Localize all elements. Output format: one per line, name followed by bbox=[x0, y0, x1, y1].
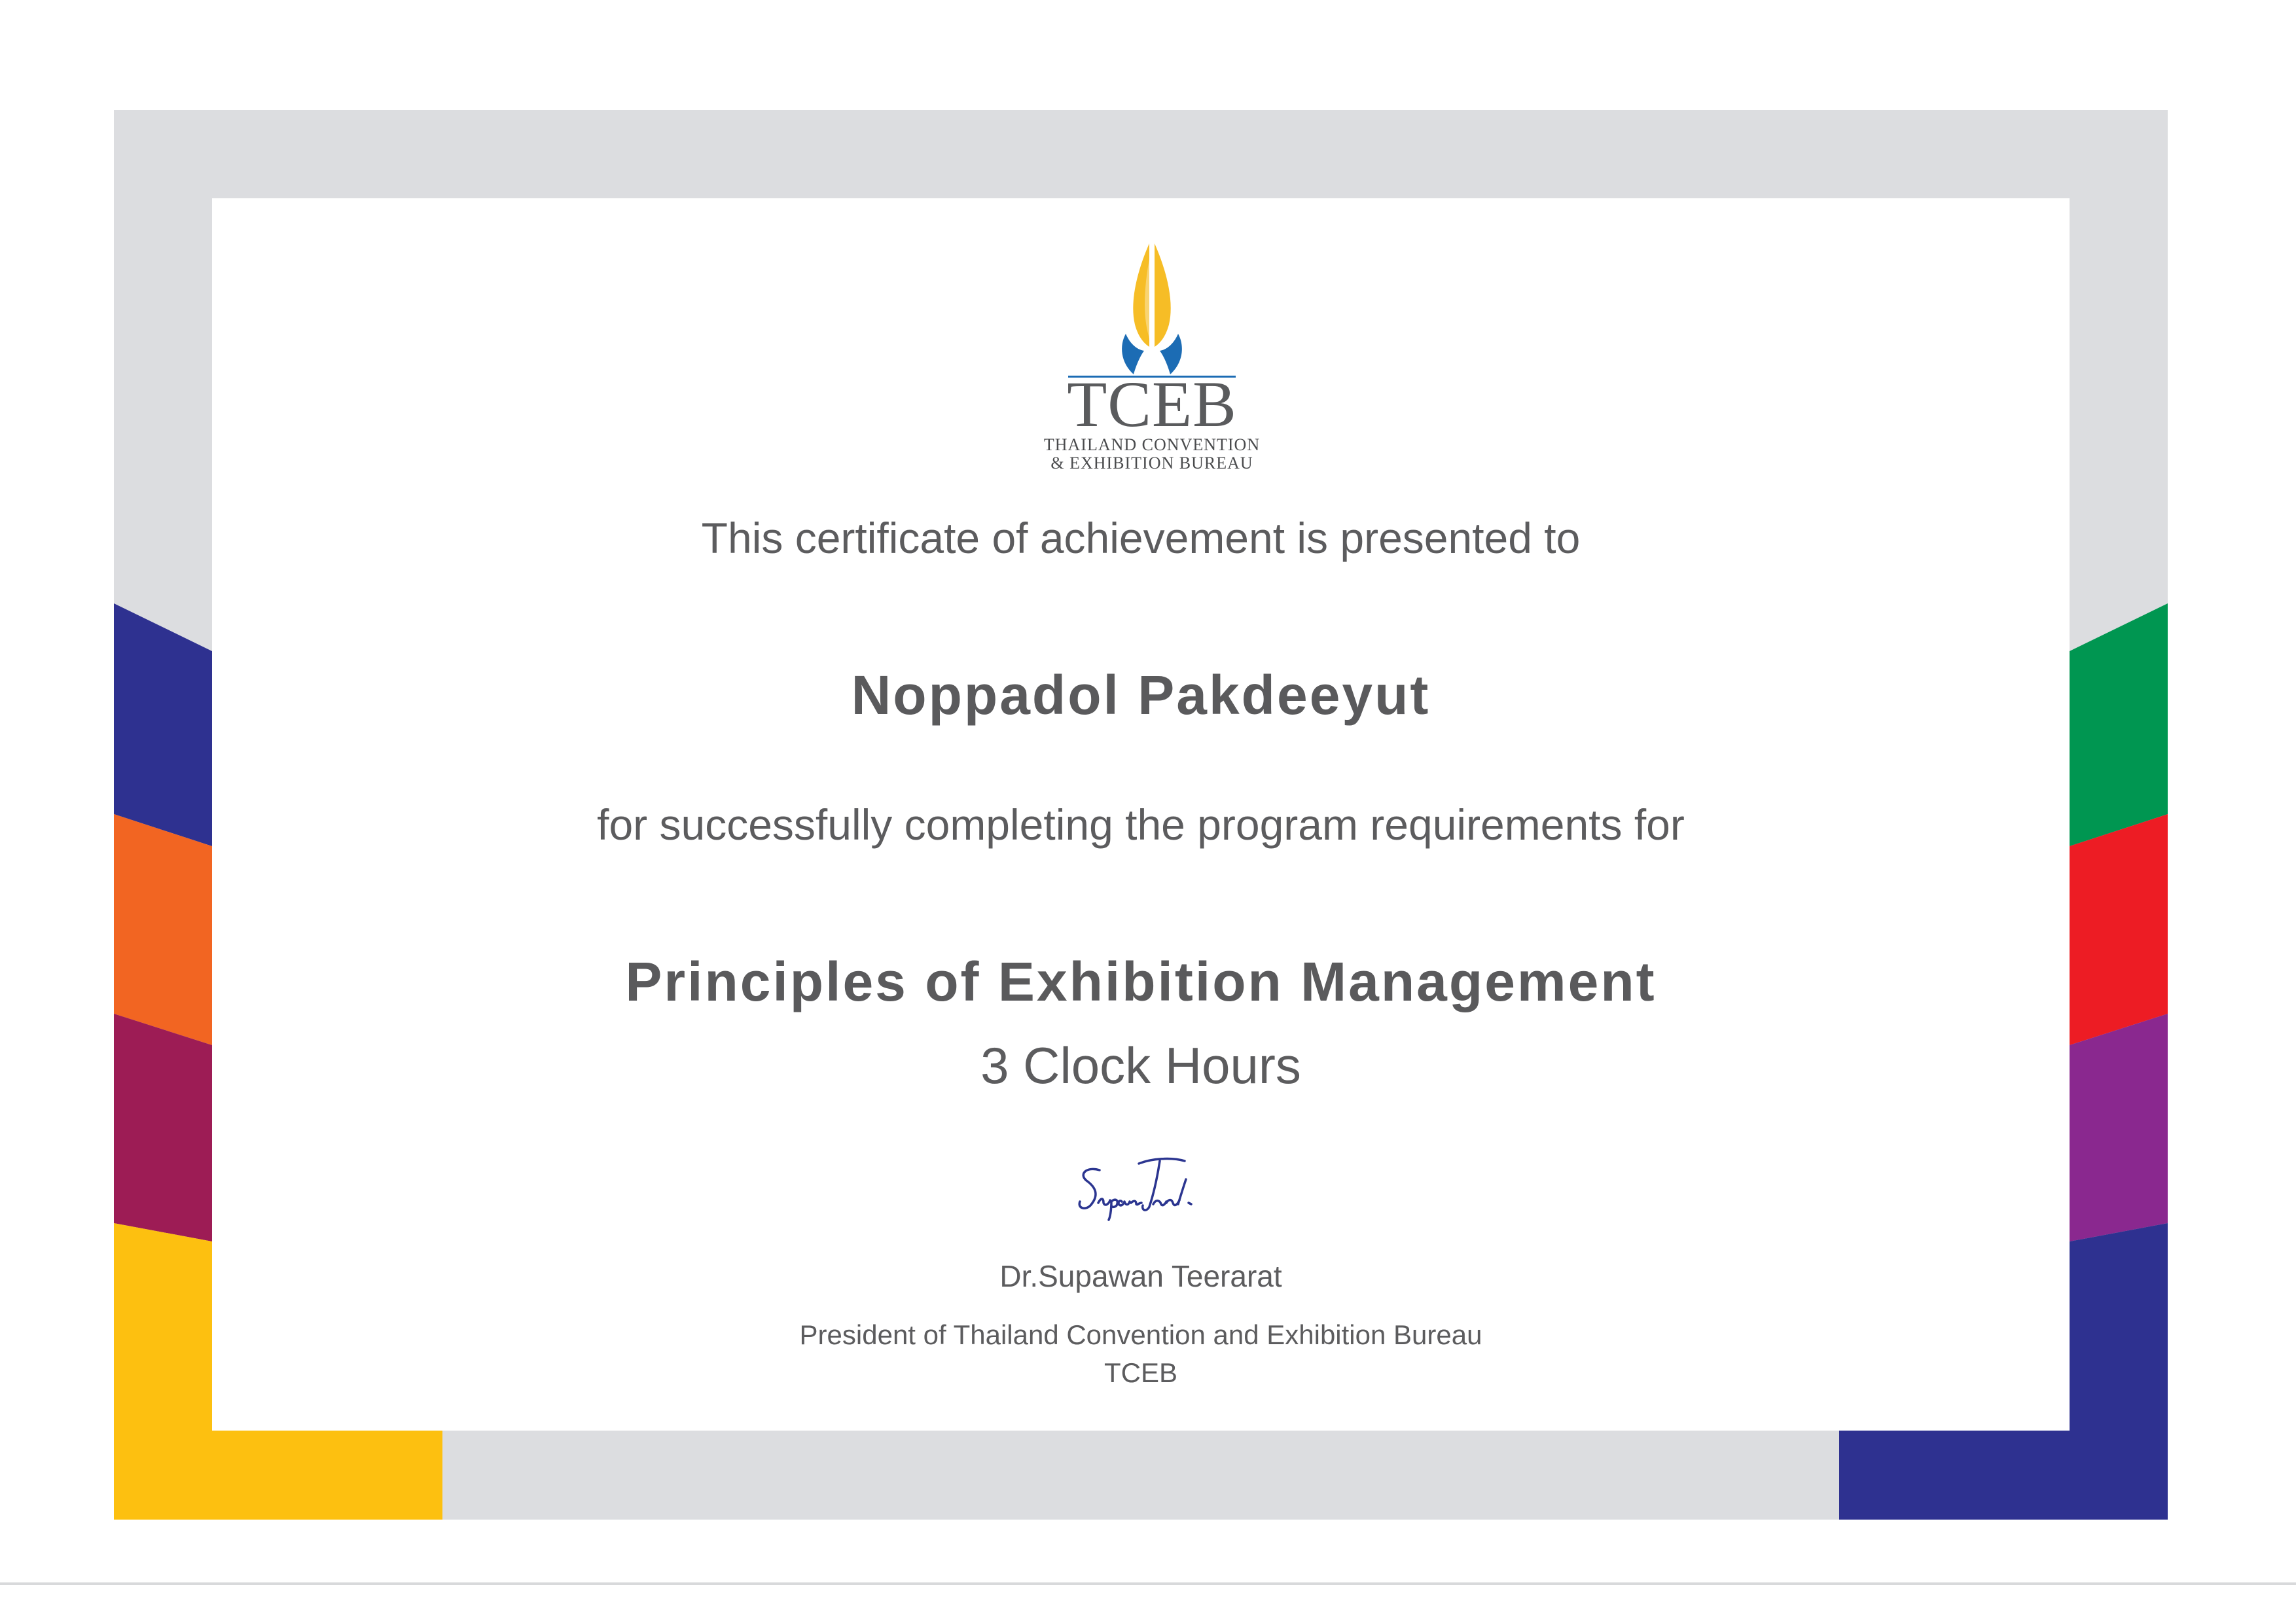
frame-band-right-red bbox=[2070, 814, 2168, 1045]
bottom-divider bbox=[0, 1582, 2296, 1585]
signer-organization: TCEB bbox=[1103, 1357, 1177, 1388]
signer-title: President of Thailand Convention and Exh… bbox=[799, 1319, 1482, 1350]
frame-band-left-orange bbox=[114, 814, 212, 1045]
certificate-reason: for successfully completing the program … bbox=[597, 800, 1685, 849]
frame-band-left-maroon bbox=[114, 1014, 212, 1241]
tceb-logo: TCEB THAILAND CONVENTION & EXHIBITION BU… bbox=[1028, 241, 1276, 476]
handwritten-signature bbox=[1078, 1157, 1193, 1221]
logo-wordmark: TCEB bbox=[1067, 368, 1237, 440]
course-hours: 3 Clock Hours bbox=[980, 1037, 1301, 1094]
logo-subtitle-line1: THAILAND CONVENTION bbox=[1043, 435, 1261, 454]
recipient-name: Noppadol Pakdeeyut bbox=[851, 664, 1431, 726]
certificate-intro: This certificate of achievement is prese… bbox=[701, 514, 1581, 562]
signer-name: Dr.Supawan Teerarat bbox=[999, 1259, 1282, 1293]
certificate-page: TCEB THAILAND CONVENTION & EXHIBITION BU… bbox=[0, 0, 2296, 1623]
course-title: Principles of Exhibition Management bbox=[625, 951, 1657, 1012]
logo-subtitle-line2: & EXHIBITION BUREAU bbox=[1050, 454, 1253, 473]
frame-band-right-purple bbox=[2070, 1014, 2168, 1241]
